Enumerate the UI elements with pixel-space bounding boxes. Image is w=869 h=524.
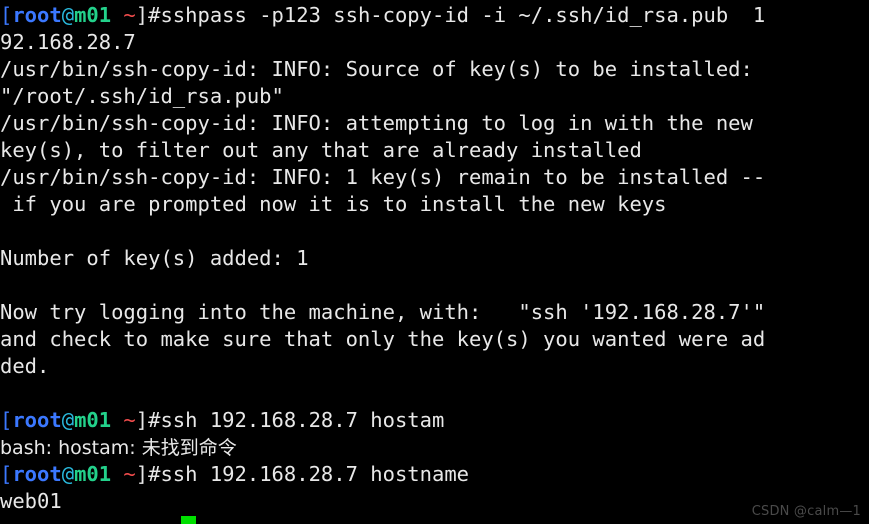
terminal-line-output: key(s), to filter out any that are alrea… (0, 137, 869, 164)
terminal-line-blank (0, 218, 869, 245)
terminal-command: ssh 192.168.28.7 hostname (160, 462, 470, 486)
prompt-user: root (12, 3, 62, 27)
prompt-bracket-open: [ (0, 408, 13, 432)
prompt-bracket-open: [ (0, 462, 13, 486)
terminal-output-text: /usr/bin/ssh-copy-id: INFO: Source of ke… (0, 57, 753, 81)
terminal-output-text: key(s), to filter out any that are alrea… (0, 138, 642, 162)
prompt-at-symbol: @ (61, 408, 75, 432)
terminal-output-text: web01 (0, 489, 62, 513)
terminal-line-error: bash: hostam: 未找到命令 (0, 434, 869, 461)
watermark-label: CSDN @calm—1 (751, 504, 861, 519)
prompt-terminator: ]# (135, 3, 161, 27)
terminal-output-text: 92.168.28.7 (0, 30, 136, 54)
terminal-output-text: /usr/bin/ssh-copy-id: INFO: attempting t… (0, 111, 753, 135)
terminal-output-text: and check to make sure that only the key… (0, 327, 766, 351)
terminal-line-output: "/root/.ssh/id_rsa.pub" (0, 83, 869, 110)
terminal-line-output: web01 (0, 488, 869, 515)
prompt-user: root (12, 408, 62, 432)
terminal-line-output: /usr/bin/ssh-copy-id: INFO: 1 key(s) rem… (0, 164, 869, 191)
terminal-line-output: ded. (0, 353, 869, 380)
terminal-blank-text (0, 219, 12, 243)
terminal-command: ssh 192.168.28.7 hostam (160, 408, 445, 432)
terminal-line-output: Now try logging into the machine, with: … (0, 299, 869, 326)
terminal-line-output: /usr/bin/ssh-copy-id: INFO: attempting t… (0, 110, 869, 137)
prompt-host: m01 (74, 408, 112, 432)
terminal-line-prompt: [root@m01 ~]#sshpass -p123 ssh-copy-id -… (0, 2, 869, 29)
terminal-line-output: /usr/bin/ssh-copy-id: INFO: Source of ke… (0, 56, 869, 83)
terminal-output-text: Now try logging into the machine, with: … (0, 300, 766, 324)
prompt-tilde: ~ (111, 462, 136, 486)
prompt-terminator: ]# (135, 408, 161, 432)
prompt-host: m01 (74, 3, 112, 27)
terminal-output-text: if you are prompted now it is to install… (0, 192, 667, 216)
prompt-user: root (12, 462, 62, 486)
terminal-output-text: Number of key(s) added: 1 (0, 246, 309, 270)
prompt-tilde: ~ (111, 3, 136, 27)
terminal-line-blank (0, 272, 869, 299)
terminal-output-text: "/root/.ssh/id_rsa.pub" (0, 84, 284, 108)
prompt-at-symbol: @ (61, 3, 75, 27)
terminal-command: sshpass -p123 ssh-copy-id -i ~/.ssh/id_r… (160, 3, 766, 27)
terminal-line-prompt: [root@m01 ~]#ssh 192.168.28.7 hostam (0, 407, 869, 434)
terminal-error-text: bash: hostam: 未找到命令 (0, 437, 237, 459)
prompt-terminator: ]# (135, 462, 161, 486)
terminal-blank-text (0, 273, 12, 297)
terminal-line-blank (0, 380, 869, 407)
prompt-at-symbol: @ (61, 462, 75, 486)
terminal-line-output: if you are prompted now it is to install… (0, 191, 869, 218)
prompt-tilde: ~ (111, 408, 136, 432)
terminal-line-output: and check to make sure that only the key… (0, 326, 869, 353)
prompt-host: m01 (74, 462, 112, 486)
terminal-line-output: Number of key(s) added: 1 (0, 245, 869, 272)
terminal-blank-text (0, 381, 12, 405)
terminal-output-text: ded. (0, 354, 50, 378)
terminal-window[interactable]: [root@m01 ~]#sshpass -p123 ssh-copy-id -… (0, 0, 869, 523)
terminal-output-text: /usr/bin/ssh-copy-id: INFO: 1 key(s) rem… (0, 165, 766, 189)
terminal-line-output: 92.168.28.7 (0, 29, 869, 56)
terminal-line-prompt: [root@m01 ~]#ssh 192.168.28.7 hostname (0, 461, 869, 488)
prompt-bracket-open: [ (0, 3, 13, 27)
